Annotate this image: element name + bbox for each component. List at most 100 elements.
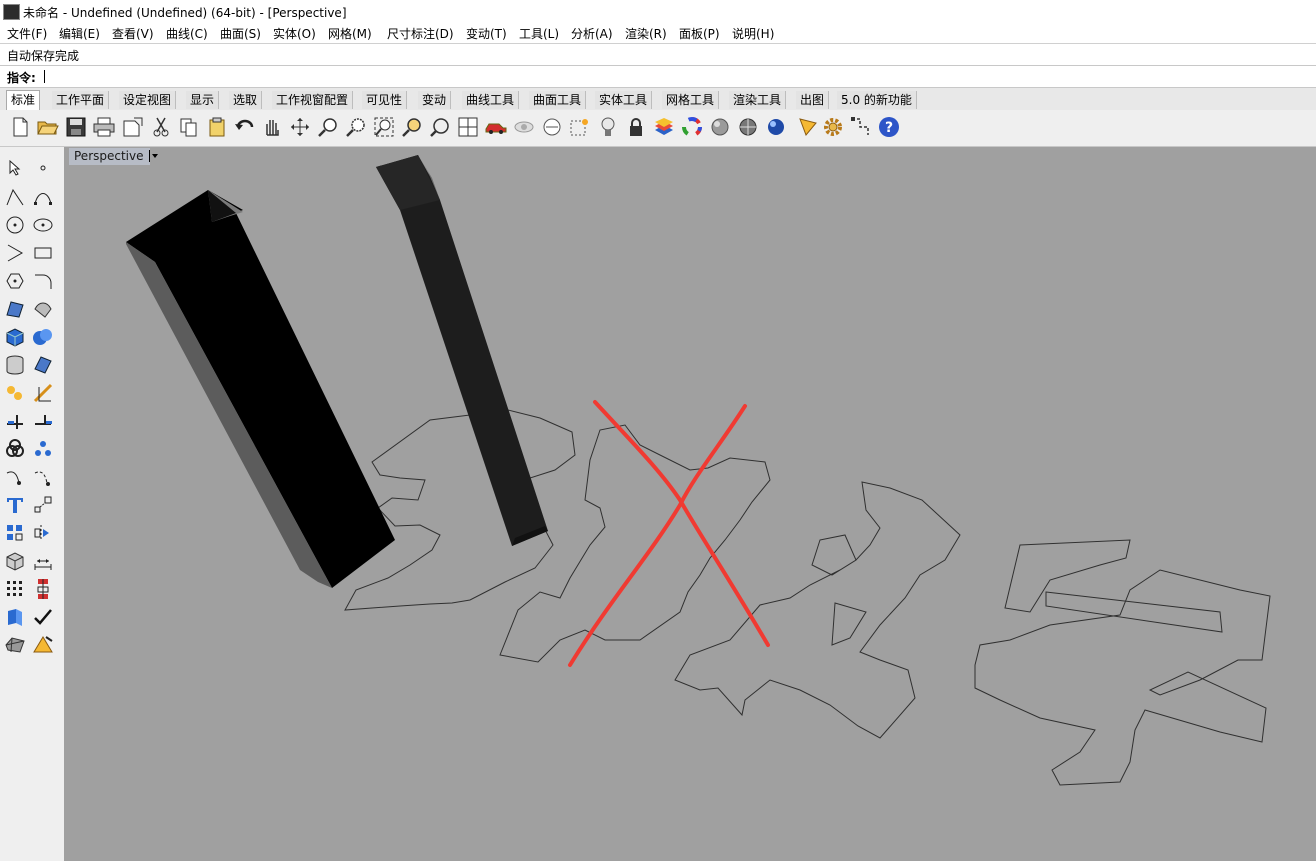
- tab-standard[interactable]: 标准: [6, 90, 41, 111]
- tab-surface-tools[interactable]: 曲面工具: [529, 91, 587, 109]
- menu-file[interactable]: 文件(F): [7, 25, 47, 42]
- new-icon[interactable]: [8, 114, 32, 140]
- check-icon[interactable]: [31, 605, 55, 629]
- surface-patch-icon[interactable]: [31, 353, 55, 377]
- lock-point-icon[interactable]: [568, 114, 592, 140]
- box-icon[interactable]: [3, 325, 27, 349]
- mesh-icon[interactable]: [3, 633, 27, 657]
- menu-view[interactable]: 查看(V): [112, 25, 154, 42]
- tab-cplanes[interactable]: 工作平面: [52, 91, 110, 109]
- tab-drafting[interactable]: 出图: [796, 91, 830, 109]
- perspective-viewport[interactable]: Perspective: [64, 147, 1316, 861]
- lock-icon[interactable]: [624, 114, 648, 140]
- tab-transform[interactable]: 变动: [418, 91, 452, 109]
- scale-icon[interactable]: [31, 493, 55, 517]
- menu-solid[interactable]: 实体(O): [273, 25, 316, 42]
- print-icon[interactable]: [92, 114, 116, 140]
- rectangle-icon[interactable]: [31, 241, 55, 265]
- zoom-extents-icon[interactable]: [372, 114, 396, 140]
- shaded-sphere-icon[interactable]: [708, 114, 732, 140]
- grid-icon[interactable]: [3, 577, 27, 601]
- pan-hand-icon[interactable]: [260, 114, 284, 140]
- menu-help[interactable]: 说明(H): [732, 25, 774, 42]
- tab-mesh-tools[interactable]: 网格工具: [662, 91, 720, 109]
- ellipse-icon[interactable]: [31, 213, 55, 237]
- trim-icon[interactable]: [31, 381, 55, 405]
- copy-icon[interactable]: [177, 114, 201, 140]
- rendered-sphere-icon[interactable]: [736, 114, 760, 140]
- tab-set-view[interactable]: 设定视图: [119, 91, 177, 109]
- tab-display[interactable]: 显示: [186, 91, 220, 109]
- menu-transform[interactable]: 变动(T): [466, 25, 507, 42]
- group-icon[interactable]: [31, 437, 55, 461]
- dimension-icon[interactable]: [31, 549, 55, 573]
- show-icon[interactable]: [540, 114, 564, 140]
- tab-render-tools[interactable]: 渲染工具: [729, 91, 787, 109]
- solid-edit-icon[interactable]: [3, 549, 27, 573]
- import-icon[interactable]: [121, 114, 145, 140]
- menu-mesh[interactable]: 网格(M): [328, 25, 372, 42]
- menu-edit[interactable]: 编辑(E): [59, 25, 100, 42]
- menu-dimension[interactable]: 尺寸标注(D): [387, 25, 454, 42]
- offset-icon[interactable]: [3, 465, 27, 489]
- render-icon[interactable]: [31, 633, 55, 657]
- undo-icon[interactable]: [233, 114, 257, 140]
- command-line[interactable]: 指令:: [0, 65, 1316, 88]
- polygon-icon[interactable]: [3, 269, 27, 293]
- surface-loft-icon[interactable]: [31, 297, 55, 321]
- tab-new-in-v5[interactable]: 5.0 的新功能: [837, 91, 917, 109]
- surface-corner-icon[interactable]: [3, 297, 27, 321]
- hide-icon[interactable]: [512, 114, 536, 140]
- tab-curve-tools[interactable]: 曲线工具: [462, 91, 520, 109]
- help-icon[interactable]: ?: [877, 114, 901, 140]
- select-arrow-icon[interactable]: [3, 156, 27, 180]
- menu-panels[interactable]: 面板(P): [679, 25, 720, 42]
- light-bulb-icon[interactable]: [596, 114, 620, 140]
- align-icon[interactable]: [31, 577, 55, 601]
- paste-icon[interactable]: [205, 114, 229, 140]
- tab-select[interactable]: 选取: [229, 91, 263, 109]
- menu-surface[interactable]: 曲面(S): [220, 25, 261, 42]
- sphere-union-icon[interactable]: [31, 325, 55, 349]
- snap-icon[interactable]: [849, 114, 873, 140]
- zoom-dynamic-icon[interactable]: [316, 114, 340, 140]
- cylinder-icon[interactable]: [3, 353, 27, 377]
- arc-icon[interactable]: [3, 241, 27, 265]
- car-icon[interactable]: [484, 114, 508, 140]
- tab-viewport-layout[interactable]: 工作视窗配置: [272, 91, 354, 109]
- rotate-view-icon[interactable]: [428, 114, 452, 140]
- move-view-icon[interactable]: [288, 114, 312, 140]
- point-icon[interactable]: [31, 156, 55, 180]
- explode-icon[interactable]: [3, 381, 27, 405]
- circle-icon[interactable]: [3, 213, 27, 237]
- layer-icon[interactable]: [652, 114, 676, 140]
- open-icon[interactable]: [36, 114, 60, 140]
- tab-solid-tools[interactable]: 实体工具: [595, 91, 653, 109]
- menu-tools[interactable]: 工具(L): [519, 25, 559, 42]
- array-icon[interactable]: [3, 521, 27, 545]
- color-wheel-icon[interactable]: [680, 114, 704, 140]
- menu-render[interactable]: 渲染(R): [625, 25, 667, 42]
- four-view-icon[interactable]: [456, 114, 480, 140]
- boolean-icon[interactable]: [3, 437, 27, 461]
- text-icon[interactable]: [3, 493, 27, 517]
- extrude-icon[interactable]: [3, 605, 27, 629]
- zoom-selected-icon[interactable]: [400, 114, 424, 140]
- polyline-icon[interactable]: [3, 185, 27, 209]
- save-icon[interactable]: [64, 114, 88, 140]
- zoom-window-icon[interactable]: [344, 114, 368, 140]
- mirror-icon[interactable]: [31, 521, 55, 545]
- cut-icon[interactable]: [149, 114, 173, 140]
- render-sphere-icon[interactable]: [764, 114, 788, 140]
- tab-visibility[interactable]: 可见性: [362, 91, 408, 109]
- extend-icon[interactable]: [31, 409, 55, 433]
- gray-bar-solid: [376, 155, 548, 546]
- fillet-curve-icon[interactable]: [31, 269, 55, 293]
- menu-curve[interactable]: 曲线(C): [166, 25, 208, 42]
- split-icon[interactable]: [3, 409, 27, 433]
- curve-control-points-icon[interactable]: [31, 185, 55, 209]
- blend-icon[interactable]: [31, 465, 55, 489]
- menu-analyze[interactable]: 分析(A): [571, 25, 613, 42]
- gear-icon[interactable]: [821, 114, 845, 140]
- options-icon[interactable]: [796, 114, 820, 140]
